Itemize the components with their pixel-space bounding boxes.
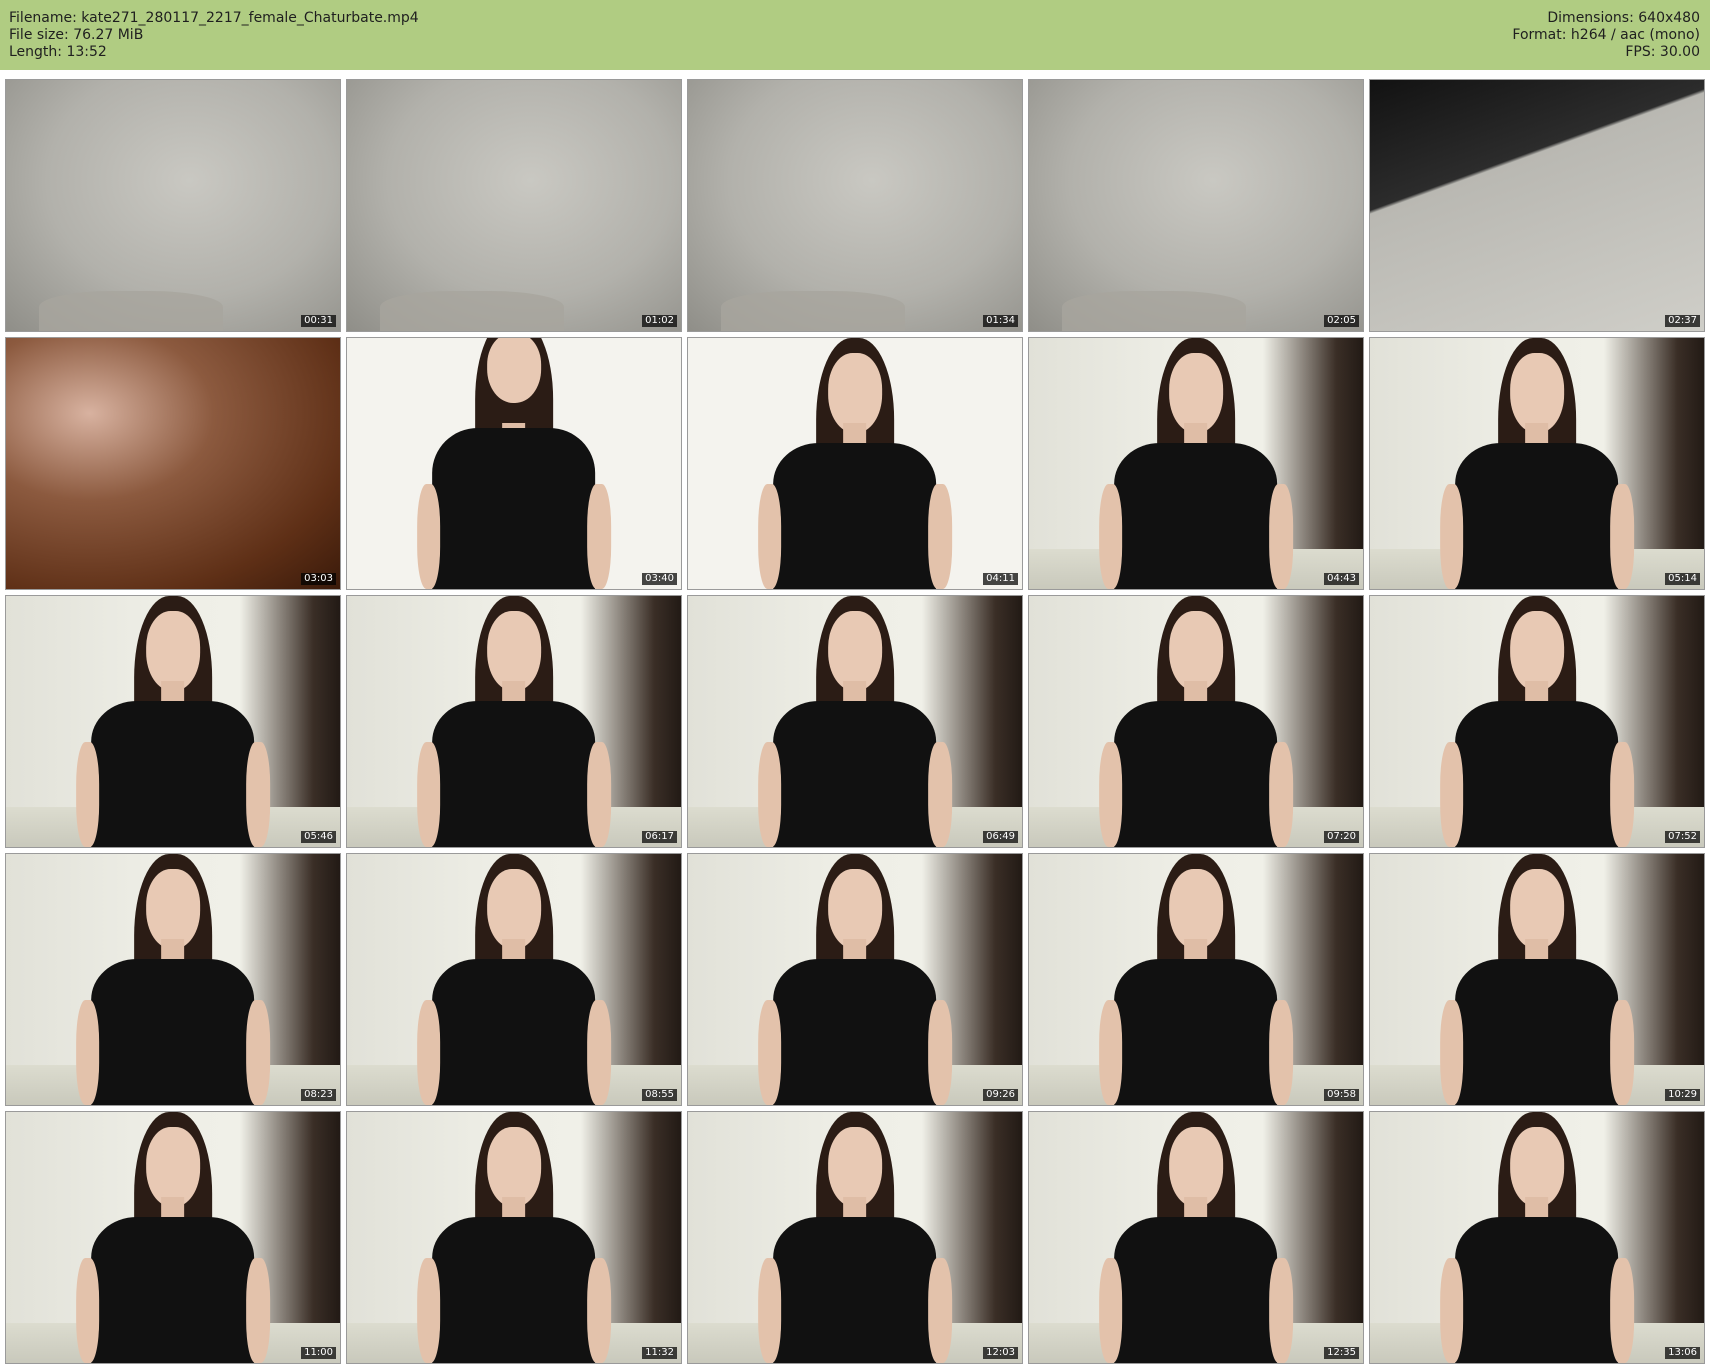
timestamp-label: 07:52 bbox=[1665, 831, 1700, 843]
thumbnail-image bbox=[1370, 854, 1704, 1105]
timestamp-label: 13:06 bbox=[1665, 1347, 1700, 1359]
thumbnail[interactable]: 01:34 bbox=[687, 79, 1023, 332]
timestamp-label: 05:46 bbox=[301, 831, 336, 843]
dimensions-text: Dimensions: 640x480 bbox=[1547, 10, 1700, 26]
length-text: Length: 13:52 bbox=[9, 44, 107, 60]
thumbnail-image bbox=[347, 854, 681, 1105]
thumbnail-image bbox=[1029, 854, 1363, 1105]
thumbnail[interactable]: 01:02 bbox=[346, 79, 682, 332]
timestamp-label: 07:20 bbox=[1324, 831, 1359, 843]
video-info: Dimensions: 640x480 Format: h264 / aac (… bbox=[1512, 10, 1700, 61]
thumbnail[interactable]: 02:05 bbox=[1028, 79, 1364, 332]
timestamp-label: 12:03 bbox=[983, 1347, 1018, 1359]
timestamp-label: 03:03 bbox=[301, 573, 336, 585]
thumbnail-image bbox=[6, 1112, 340, 1363]
thumbnail[interactable]: 07:20 bbox=[1028, 595, 1364, 848]
thumbnail[interactable]: 05:46 bbox=[5, 595, 341, 848]
filename-text: Filename: kate271_280117_2217_female_Cha… bbox=[9, 10, 419, 26]
timestamp-label: 10:29 bbox=[1665, 1089, 1700, 1101]
timestamp-label: 01:02 bbox=[642, 315, 677, 327]
timestamp-label: 06:49 bbox=[983, 831, 1018, 843]
timestamp-label: 09:26 bbox=[983, 1089, 1018, 1101]
thumbnail-image bbox=[347, 1112, 681, 1363]
thumbnail[interactable]: 12:03 bbox=[687, 1111, 1023, 1364]
thumbnail-image bbox=[688, 80, 1022, 331]
info-header: Filename: kate271_280117_2217_female_Cha… bbox=[0, 0, 1710, 70]
thumbnail[interactable]: 07:52 bbox=[1369, 595, 1705, 848]
timestamp-label: 08:23 bbox=[301, 1089, 336, 1101]
thumbnail-image bbox=[347, 80, 681, 331]
thumbnail-image bbox=[6, 596, 340, 847]
thumbnail[interactable]: 04:43 bbox=[1028, 337, 1364, 590]
format-text: Format: h264 / aac (mono) bbox=[1512, 27, 1700, 43]
thumbnail-image bbox=[6, 338, 340, 589]
thumbnail-image bbox=[1370, 1112, 1704, 1363]
thumbnail[interactable]: 09:26 bbox=[687, 853, 1023, 1106]
thumbnail[interactable]: 06:49 bbox=[687, 595, 1023, 848]
timestamp-label: 11:00 bbox=[301, 1347, 336, 1359]
thumbnail-image bbox=[6, 80, 340, 331]
thumbnail-image bbox=[1029, 338, 1363, 589]
thumbnail-image bbox=[688, 854, 1022, 1105]
thumbnail[interactable]: 08:23 bbox=[5, 853, 341, 1106]
thumbnail[interactable]: 12:35 bbox=[1028, 1111, 1364, 1364]
thumbnail-image bbox=[6, 854, 340, 1105]
timestamp-label: 12:35 bbox=[1324, 1347, 1359, 1359]
timestamp-label: 03:40 bbox=[642, 573, 677, 585]
thumbnail[interactable]: 13:06 bbox=[1369, 1111, 1705, 1364]
fps-text: FPS: 30.00 bbox=[1625, 44, 1700, 60]
thumbnail-image bbox=[1029, 596, 1363, 847]
thumbnail-image bbox=[688, 338, 1022, 589]
timestamp-label: 02:37 bbox=[1665, 315, 1700, 327]
thumbnail-image bbox=[1370, 338, 1704, 589]
timestamp-label: 02:05 bbox=[1324, 315, 1359, 327]
thumbnail-image bbox=[1370, 80, 1704, 331]
timestamp-label: 01:34 bbox=[983, 315, 1018, 327]
timestamp-label: 11:32 bbox=[642, 1347, 677, 1359]
thumbnail[interactable]: 11:32 bbox=[346, 1111, 682, 1364]
thumbnail[interactable]: 08:55 bbox=[346, 853, 682, 1106]
thumbnail-grid: 00:31 01:02 01:34 02:05 02:37 03:03 03:40 04:11… bbox=[0, 76, 1710, 1370]
timestamp-label: 08:55 bbox=[642, 1089, 677, 1101]
file-info: Filename: kate271_280117_2217_female_Cha… bbox=[9, 10, 419, 61]
filesize-text: File size: 76.27 MiB bbox=[9, 27, 144, 43]
thumbnail[interactable]: 03:40 bbox=[346, 337, 682, 590]
timestamp-label: 00:31 bbox=[301, 315, 336, 327]
timestamp-label: 09:58 bbox=[1324, 1089, 1359, 1101]
thumbnail[interactable]: 09:58 bbox=[1028, 853, 1364, 1106]
thumbnail-image bbox=[1029, 1112, 1363, 1363]
thumbnail-image bbox=[347, 596, 681, 847]
thumbnail-image bbox=[1029, 80, 1363, 331]
thumbnail-image bbox=[347, 338, 681, 589]
timestamp-label: 05:14 bbox=[1665, 573, 1700, 585]
thumbnail-image bbox=[688, 596, 1022, 847]
thumbnail[interactable]: 06:17 bbox=[346, 595, 682, 848]
thumbnail[interactable]: 03:03 bbox=[5, 337, 341, 590]
timestamp-label: 04:43 bbox=[1324, 573, 1359, 585]
thumbnail[interactable]: 10:29 bbox=[1369, 853, 1705, 1106]
thumbnail[interactable]: 02:37 bbox=[1369, 79, 1705, 332]
timestamp-label: 04:11 bbox=[983, 573, 1018, 585]
thumbnail[interactable]: 11:00 bbox=[5, 1111, 341, 1364]
thumbnail-image bbox=[1370, 596, 1704, 847]
thumbnail[interactable]: 00:31 bbox=[5, 79, 341, 332]
thumbnail[interactable]: 05:14 bbox=[1369, 337, 1705, 590]
thumbnail[interactable]: 04:11 bbox=[687, 337, 1023, 590]
timestamp-label: 06:17 bbox=[642, 831, 677, 843]
thumbnail-image bbox=[688, 1112, 1022, 1363]
